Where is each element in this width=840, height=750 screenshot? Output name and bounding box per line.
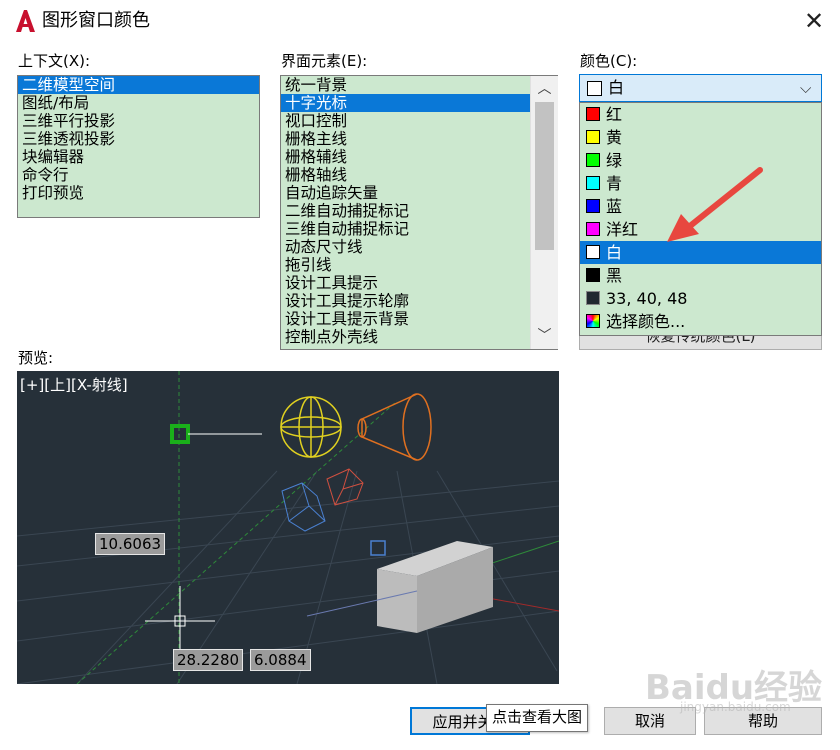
interface-element-list-item[interactable]: 控制点外壳线 <box>281 328 557 346</box>
context-listbox[interactable]: 二维模型空间 图纸/布局 三维平行投影 三维透视投影 块编辑器 命令行 打印预览 <box>17 75 260 218</box>
preview-scene <box>17 371 559 684</box>
color-combobox[interactable]: 白 ⌵ <box>579 74 822 102</box>
color-option-label: 青 <box>606 174 623 193</box>
current-color-label: 白 <box>608 78 625 97</box>
color-option-label: 洋红 <box>606 220 639 239</box>
color-swatch-icon <box>586 176 600 190</box>
preview-label: 预览: <box>18 349 54 367</box>
context-list-item[interactable]: 块编辑器 <box>18 148 259 166</box>
interface-element-list-item[interactable]: 设计工具提示 <box>281 274 557 292</box>
title-bar: 图形窗口颜色 ✕ <box>0 0 840 42</box>
context-list-item[interactable]: 命令行 <box>18 166 259 184</box>
dimension-input-1: 10.6063 <box>95 533 166 555</box>
color-option[interactable]: 选择颜色... <box>580 310 821 333</box>
color-swatch-icon <box>586 130 600 144</box>
color-swatch-icon <box>586 314 600 328</box>
scroll-up-arrow-icon[interactable]: ︿ <box>531 76 558 102</box>
interface-element-list-item[interactable]: 栅格辅线 <box>281 148 557 166</box>
interface-element-list-item[interactable]: 动态尺寸线 <box>281 238 557 256</box>
context-list-item[interactable]: 三维透视投影 <box>18 130 259 148</box>
color-option-label: 黄 <box>606 128 623 147</box>
color-swatch-icon <box>586 199 600 213</box>
interface-element-list-item[interactable]: 自动追踪矢量 <box>281 184 557 202</box>
interface-element-list-item[interactable]: 三维自动捕捉标记 <box>281 220 557 238</box>
color-option[interactable]: 黄 <box>580 126 821 149</box>
interface-element-list-item[interactable]: 二维自动捕捉标记 <box>281 202 557 220</box>
color-swatch-icon <box>586 245 600 259</box>
interface-element-list-item[interactable]: 设计工具提示背景 <box>281 310 557 328</box>
color-option-label: 黑 <box>606 266 623 285</box>
color-option[interactable]: 红 <box>580 103 821 126</box>
window-title: 图形窗口颜色 <box>42 10 150 31</box>
color-swatch-icon <box>586 222 600 236</box>
chevron-down-icon[interactable]: ⌵ <box>800 78 811 98</box>
interface-element-list-item[interactable]: 栅格主线 <box>281 130 557 148</box>
preview-canvas: [+][上][X-射线] 10.6063 28.2280 6.0884 <box>17 371 559 684</box>
dimension-input-2: 28.2280 <box>173 649 244 671</box>
context-list-item[interactable]: 图纸/布局 <box>18 94 259 112</box>
baidu-watermark-url: jingyan.baidu.com <box>680 700 791 714</box>
close-button[interactable]: ✕ <box>796 6 832 36</box>
color-option[interactable]: 黑 <box>580 264 821 287</box>
interface-element-listbox[interactable]: 统一背景 十字光标 视口控制 栅格主线 栅格辅线 栅格轴线 自动追踪矢量 二维自动捕捉标记 三维… <box>280 75 558 350</box>
element-list-scrollbar[interactable]: ︿ ﹀ <box>530 76 558 349</box>
color-option-label: 选择颜色... <box>606 312 686 331</box>
color-option[interactable]: 33, 40, 48 <box>580 287 821 310</box>
interface-element-list-item[interactable]: 栅格轴线 <box>281 166 557 184</box>
interface-element-list-item[interactable]: 拖引线 <box>281 256 557 274</box>
scroll-thumb[interactable] <box>535 102 554 250</box>
context-label: 上下文(X): <box>18 52 91 70</box>
interface-element-list-item[interactable]: 视口控制 <box>281 112 557 130</box>
interface-element-list-item[interactable]: 十字光标 <box>281 94 557 112</box>
context-list-item[interactable]: 打印预览 <box>18 184 259 202</box>
color-option-label: 白 <box>606 243 623 262</box>
interface-element-list-item[interactable]: 统一背景 <box>281 76 557 94</box>
color-swatch-icon <box>586 107 600 121</box>
current-color-swatch <box>587 81 602 96</box>
scroll-down-arrow-icon[interactable]: ﹀ <box>531 323 558 349</box>
color-option-label: 红 <box>606 105 623 124</box>
color-swatch-icon <box>586 291 600 305</box>
interface-element-list-item[interactable]: 设计工具提示轮廓 <box>281 292 557 310</box>
color-swatch-icon <box>586 153 600 167</box>
viewport-controls-label: [+][上][X-射线] <box>20 376 128 394</box>
annotation-arrow-icon <box>667 167 763 242</box>
context-list-item[interactable]: 二维模型空间 <box>18 76 259 94</box>
color-option-label: 绿 <box>606 151 623 170</box>
color-label: 颜色(C): <box>580 52 638 70</box>
color-option-label: 蓝 <box>606 197 623 216</box>
autocad-logo-icon <box>16 10 35 32</box>
color-swatch-icon <box>586 268 600 282</box>
context-list-item[interactable]: 三维平行投影 <box>18 112 259 130</box>
view-larger-tooltip: 点击查看大图 <box>486 704 589 732</box>
color-option-label: 33, 40, 48 <box>606 289 688 308</box>
dimension-input-3: 6.0884 <box>250 649 311 671</box>
interface-element-label: 界面元素(E): <box>281 52 368 70</box>
